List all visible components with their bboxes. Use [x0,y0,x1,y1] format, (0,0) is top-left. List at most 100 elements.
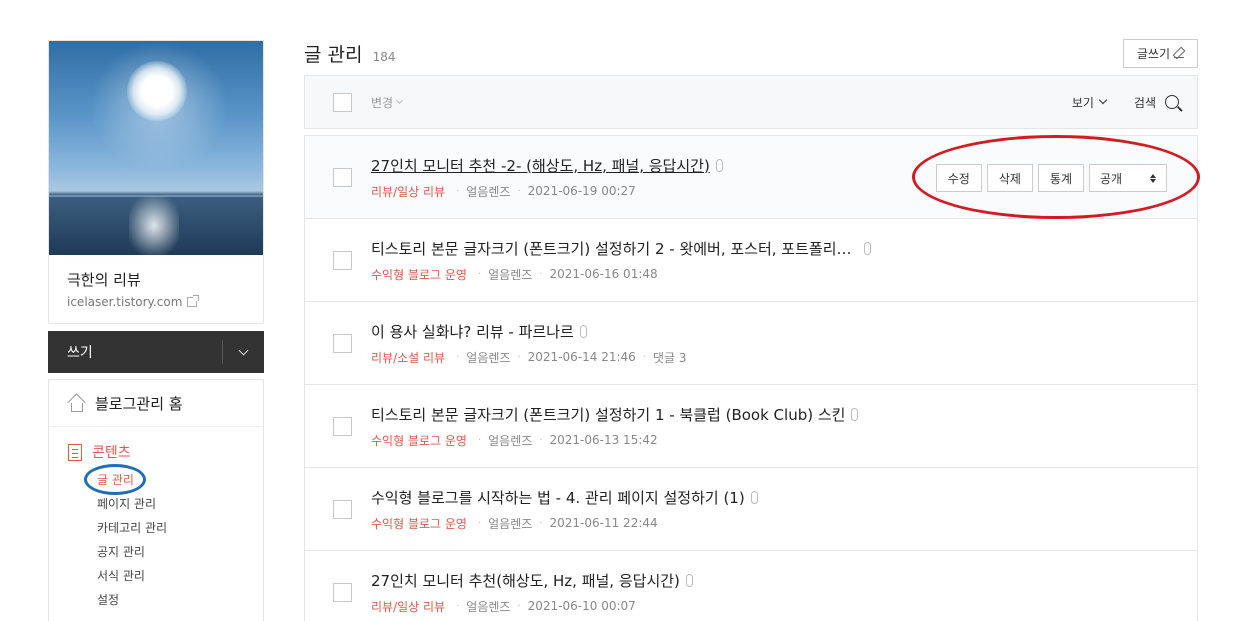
view-label: 보기 [1071,95,1094,110]
visibility-select[interactable]: 공개 [1089,164,1167,192]
main-content: 글 관리 184 글쓰기 변경 보기 검색 27인치 모니터 추천 -2- (해… [304,34,1198,621]
list-toolbar: 변경 보기 검색 [304,75,1198,129]
post-title-link[interactable]: 티스토리 본문 글자크기 (폰트크기) 설정하기 2 - 왓에버, 포스터, 포… [371,238,871,259]
post-category[interactable]: 리뷰/일상 리뷰 [371,598,445,615]
post-row[interactable]: 이 용사 실화냐? 리뷰 - 파르나르 리뷰/소설 리뷰 · 얼음렌즈 · 20… [305,302,1197,385]
post-category[interactable]: 리뷰/일상 리뷰 [371,183,445,200]
post-title-link[interactable]: 티스토리 본문 글자크기 (폰트크기) 설정하기 1 - 북클럽 (Book C… [371,404,859,425]
row-checkbox[interactable] [333,167,352,187]
row-checkbox[interactable] [333,416,352,436]
write-bar: 쓰기 [48,331,264,373]
submenu-item-pages[interactable]: 페이지 관리 [97,492,263,516]
page: 극한의 리뷰 icelaser.tistory.com 쓰기 블로그관리 홈 콘… [0,0,1258,621]
post-title: 이 용사 실화냐? 리뷰 - 파르나르 [371,322,574,341]
post-meta: 수익형 블로그 운영 · 얼음렌즈 · 2021-06-16 01:48 [371,266,871,283]
menu-item-home-label: 블로그관리 홈 [95,394,183,413]
menu-item-contents[interactable]: 콘텐츠 [68,442,263,462]
attachment-icon [715,158,723,172]
post-row[interactable]: 27인치 모니터 추천(해상도, Hz, 패널, 응답시간) 리뷰/일상 리뷰 … [305,551,1197,621]
submenu-item-notices[interactable]: 공지 관리 [97,540,263,564]
post-title-link[interactable]: 수익형 블로그를 시작하는 법 - 4. 관리 페이지 설정하기 (1) [371,487,758,508]
attachment-icon [579,324,587,338]
post-category[interactable]: 수익형 블로그 운영 [371,432,467,449]
post-author: 얼음렌즈 [466,184,511,199]
row-checkbox[interactable] [333,333,352,353]
post-title: 27인치 모니터 추천 -2- (해상도, Hz, 패널, 응답시간) [371,156,710,175]
blog-url-text: icelaser.tistory.com [67,295,183,309]
delete-button[interactable]: 삭제 [986,164,1033,192]
sea-reflection [129,196,179,255]
row-actions: 수정 삭제 통계 공개 [935,164,1167,192]
page-title: 글 관리 [304,43,363,66]
post-meta: 리뷰/소설 리뷰 · 얼음렌즈 · 2021-06-14 21:46 · 댓글 … [371,349,687,366]
blog-name[interactable]: 극한의 리뷰 [49,255,263,290]
post-date: 2021-06-10 00:07 [527,599,636,613]
visibility-value: 공개 [1100,171,1123,186]
separator: · [642,351,646,363]
post-row[interactable]: 티스토리 본문 글자크기 (폰트크기) 설정하기 2 - 왓에버, 포스터, 포… [305,219,1197,302]
post-date: 2021-06-16 01:48 [549,267,658,281]
search-label: 검색 [1133,95,1156,110]
post-author: 얼음렌즈 [488,516,533,531]
post-meta: 수익형 블로그 운영 · 얼음렌즈 · 2021-06-13 15:42 [371,432,858,449]
separator: · [517,351,521,363]
post-date: 2021-06-19 00:27 [527,184,636,198]
post-title-link[interactable]: 이 용사 실화냐? 리뷰 - 파르나르 [371,321,687,342]
chevron-down-icon [396,96,404,105]
menu-item-contents-label: 콘텐츠 [92,445,131,461]
separator: · [477,434,482,446]
select-all-checkbox[interactable] [333,92,352,112]
change-dropdown[interactable]: 변경 [371,94,404,111]
search-button[interactable]: 검색 [1134,94,1179,111]
blog-url-link[interactable]: icelaser.tistory.com [49,290,263,323]
new-post-label: 글쓰기 [1136,46,1170,61]
post-title-link[interactable]: 27인치 모니터 추천(해상도, Hz, 패널, 응답시간) [371,570,693,591]
write-dropdown-button[interactable] [222,340,264,364]
row-checkbox[interactable] [333,582,352,602]
post-row[interactable]: 27인치 모니터 추천 -2- (해상도, Hz, 패널, 응답시간) 리뷰/일… [305,136,1197,219]
separator: · [539,268,543,280]
post-author: 얼음렌즈 [466,599,511,614]
attachment-icon [685,573,693,587]
post-row[interactable]: 티스토리 본문 글자크기 (폰트크기) 설정하기 1 - 북클럽 (Book C… [305,385,1197,468]
admin-menu: 블로그관리 홈 콘텐츠 글 관리 페이지 관리 카테고리 관리 공지 관리 서식… [48,379,264,621]
new-post-button[interactable]: 글쓰기 [1122,38,1198,68]
post-title-link[interactable]: 27인치 모니터 추천 -2- (해상도, Hz, 패널, 응답시간) [371,155,723,176]
post-author: 얼음렌즈 [466,350,511,365]
separator: · [456,185,460,197]
post-category[interactable]: 리뷰/소설 리뷰 [371,349,445,366]
blog-profile: 극한의 리뷰 icelaser.tistory.com [48,40,264,324]
post-title: 티스토리 본문 글자크기 (폰트크기) 설정하기 1 - 북클럽 (Book C… [371,405,846,424]
row-checkbox[interactable] [333,250,352,270]
separator: · [539,434,543,446]
chevron-down-icon [1098,95,1108,105]
attachment-icon [750,490,758,504]
external-link-icon [187,295,200,307]
post-count: 184 [372,49,396,64]
submenu-item-categories[interactable]: 카테고리 관리 [97,516,263,540]
write-button[interactable]: 쓰기 [48,342,93,362]
post-author: 얼음렌즈 [488,433,533,448]
post-comments[interactable]: 댓글 3 [653,349,687,366]
attachment-icon [851,407,859,421]
post-category[interactable]: 수익형 블로그 운영 [371,266,467,283]
home-icon [67,392,86,412]
submenu-item-settings[interactable]: 설정 [97,588,263,612]
menu-item-home[interactable]: 블로그관리 홈 [49,380,263,427]
post-category[interactable]: 수익형 블로그 운영 [371,515,467,532]
search-icon [1165,95,1179,109]
post-author: 얼음렌즈 [488,267,533,282]
post-list: 27인치 모니터 추천 -2- (해상도, Hz, 패널, 응답시간) 리뷰/일… [304,135,1198,621]
stats-button[interactable]: 통계 [1037,164,1084,192]
post-row[interactable]: 수익형 블로그를 시작하는 법 - 4. 관리 페이지 설정하기 (1) 수익형… [305,468,1197,551]
attachment-icon [863,241,871,255]
row-checkbox[interactable] [333,499,352,519]
page-header: 글 관리 184 글쓰기 [304,34,1198,72]
edit-button[interactable]: 수정 [935,164,982,192]
post-meta: 리뷰/일상 리뷰 · 얼음렌즈 · 2021-06-19 00:27 [371,183,723,200]
change-label: 변경 [371,95,394,110]
separator: · [477,517,482,529]
view-dropdown[interactable]: 보기 [1071,94,1108,111]
submenu-item-templates[interactable]: 서식 관리 [97,564,263,588]
document-icon [68,443,82,461]
